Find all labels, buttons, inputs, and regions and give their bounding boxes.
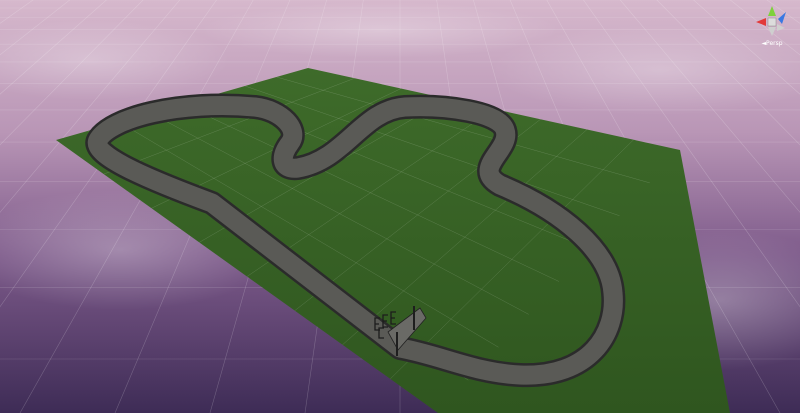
gizmo-center-cube[interactable] xyxy=(767,17,777,27)
projection-mode-label[interactable]: ◄Persp xyxy=(748,40,796,48)
scene-orientation-gizmo[interactable]: ◄Persp xyxy=(748,4,796,50)
gizmo-neg-axis-cone[interactable] xyxy=(777,24,785,31)
scene-canvas[interactable] xyxy=(0,0,800,413)
gizmo-z-axis-cone[interactable] xyxy=(778,12,786,24)
gizmo-y-axis-cone[interactable] xyxy=(768,6,776,16)
scene-view[interactable]: ◄Persp xyxy=(0,0,800,413)
gizmo-neg-axis-cone[interactable] xyxy=(768,27,776,36)
gizmo-x-axis-cone[interactable] xyxy=(756,18,766,26)
axis-gizmo-icon[interactable] xyxy=(752,4,792,40)
